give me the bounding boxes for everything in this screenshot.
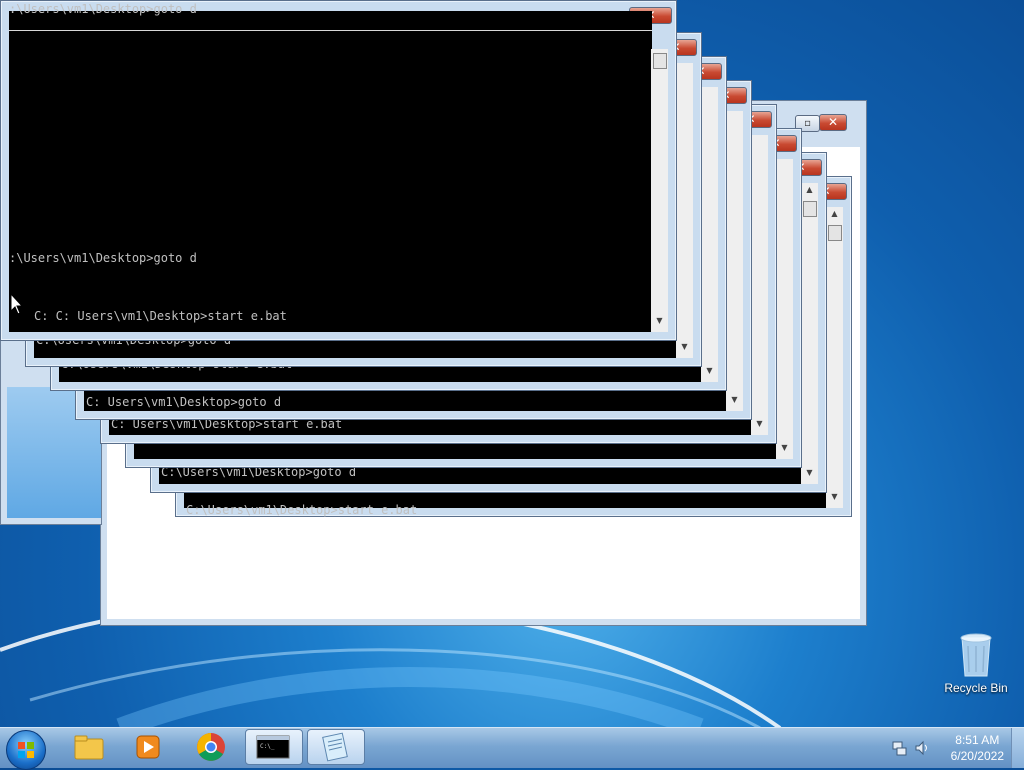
console-line: C: C: Users\vm1\Desktop>start e.bat [34, 309, 287, 323]
notepad-icon [322, 732, 348, 762]
vertical-scrollbar[interactable]: ▲ ▼ [826, 207, 843, 508]
taskbar-explorer[interactable] [60, 729, 118, 765]
console-line: :\Users\vm1\Desktop>goto d [9, 251, 197, 265]
clock-date: 6/20/2022 [950, 749, 1004, 763]
background-window-controls: ▫ ✕ [795, 111, 847, 132]
mouse-cursor-icon [10, 293, 24, 315]
start-button[interactable] [6, 730, 46, 770]
system-tray: 8:51 AM 6/20/2022 [884, 728, 1024, 768]
vertical-scrollbar[interactable]: ▼ [751, 135, 768, 435]
cmd-window-main[interactable]: ✕ :\Users\vm1\Desktop>goto d :\Users\vm1… [0, 0, 677, 341]
console-area[interactable]: :\Users\vm1\Desktop>goto d :\Users\vm1\D… [9, 2, 652, 332]
folder-icon [74, 735, 104, 760]
scroll-thumb[interactable] [653, 53, 667, 69]
scroll-down-icon[interactable]: ▼ [676, 342, 693, 356]
console-line: C:\Users\vm1\Desktop>start e.bat [186, 503, 418, 517]
command-prompt-icon: C:\_ [256, 735, 290, 759]
chrome-icon [197, 733, 225, 761]
scroll-down-icon[interactable]: ▼ [701, 366, 718, 380]
media-player-icon [136, 735, 160, 759]
taskbar-media-player[interactable] [120, 729, 178, 765]
divider [9, 30, 652, 31]
close-button[interactable]: ✕ [819, 114, 847, 131]
clock-time: 8:51 AM [955, 733, 1000, 747]
taskbar-notepad[interactable] [307, 729, 365, 765]
console-line: :\Users\vm1\Desktop>goto d [9, 2, 197, 16]
scroll-up-icon[interactable]: ▲ [801, 185, 818, 199]
recycle-bin-label: Recycle Bin [944, 681, 1008, 695]
scroll-down-icon[interactable]: ▼ [726, 395, 743, 409]
scroll-thumb[interactable] [803, 201, 817, 217]
scroll-thumb[interactable] [828, 225, 842, 241]
network-icon[interactable] [892, 740, 908, 756]
svg-text:C:\_: C:\_ [260, 743, 275, 750]
recycle-bin[interactable]: Recycle Bin [938, 630, 1014, 695]
taskbar: C:\_ 8:51 AM 6/20/2022 [0, 727, 1024, 770]
taskbar-chrome[interactable] [182, 729, 240, 765]
scroll-down-icon[interactable]: ▼ [801, 468, 818, 482]
scroll-down-icon[interactable]: ▼ [776, 443, 793, 457]
scroll-down-icon[interactable]: ▼ [651, 316, 668, 330]
recycle-bin-icon [960, 633, 992, 677]
vertical-scrollbar[interactable]: ▼ [776, 159, 793, 459]
clock[interactable]: 8:51 AM 6/20/2022 [951, 732, 1004, 764]
scroll-down-icon[interactable]: ▼ [826, 492, 843, 506]
console-line: C: Users\vm1\Desktop>goto d [86, 395, 282, 409]
scroll-down-icon[interactable]: ▼ [751, 419, 768, 433]
vertical-scrollbar[interactable]: ▼ [726, 111, 743, 411]
scroll-up-icon[interactable]: ▲ [826, 209, 843, 223]
vertical-scrollbar[interactable]: ▼ [676, 63, 693, 358]
vertical-scrollbar[interactable]: ▲ ▼ [801, 183, 818, 484]
volume-icon[interactable] [914, 740, 930, 756]
taskbar-command-prompt[interactable]: C:\_ [245, 729, 303, 765]
show-desktop-button[interactable] [1011, 728, 1024, 768]
vertical-scrollbar[interactable]: ▼ [701, 87, 718, 382]
windows-logo-icon [18, 742, 34, 758]
vertical-scrollbar[interactable]: ▲ ▼ [651, 49, 668, 332]
